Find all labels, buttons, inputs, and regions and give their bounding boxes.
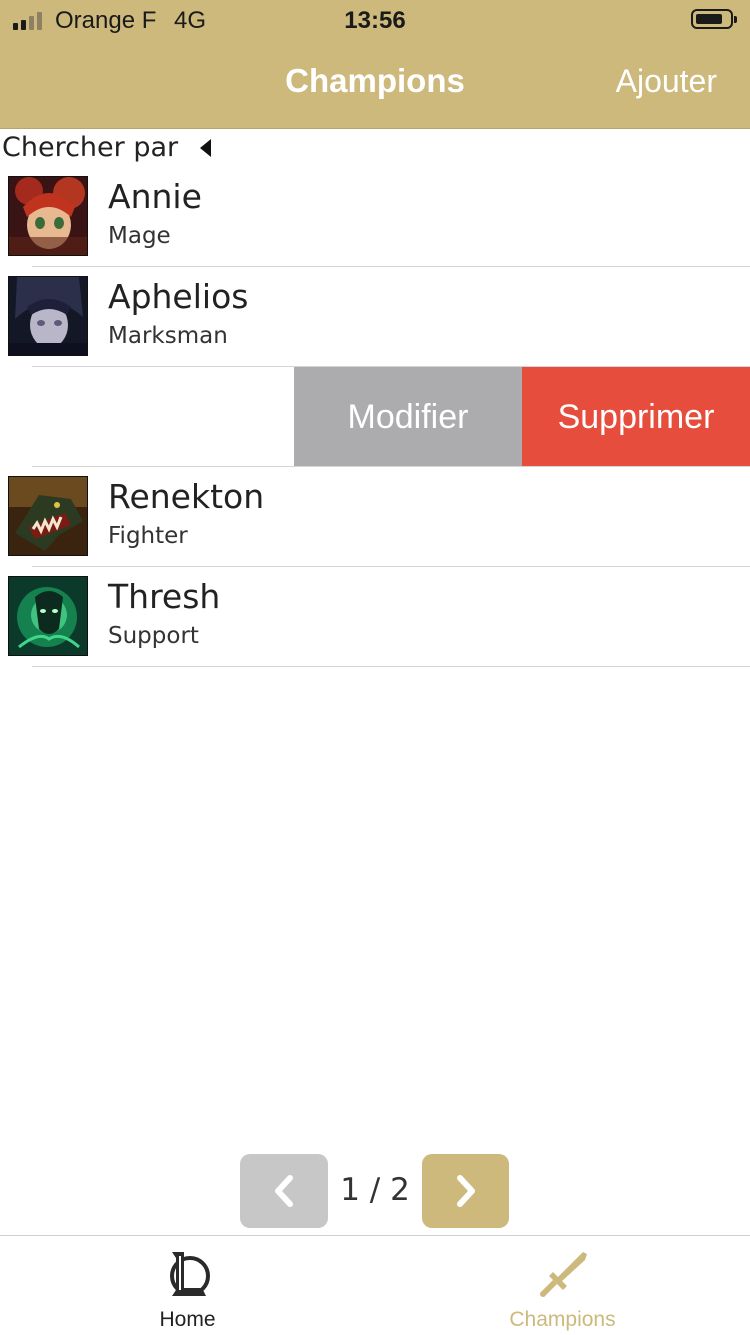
aphelios-portrait-icon — [8, 276, 88, 356]
battery-icon — [691, 9, 737, 29]
top-bar: Orange F 4G 13:56 Champions Ajouter — [0, 0, 750, 129]
tab-home[interactable]: Home — [0, 1236, 375, 1335]
champion-row-annie[interactable]: Annie Mage — [0, 167, 750, 267]
next-page-button[interactable] — [422, 1154, 509, 1228]
sword-icon — [539, 1252, 587, 1297]
champion-row-aphelios[interactable]: Aphelios Marksman — [0, 267, 750, 367]
pagination: 1 / 2 — [0, 1154, 750, 1228]
annie-portrait-icon — [8, 176, 88, 256]
champion-name: Aphelios — [108, 277, 249, 316]
swipe-actions: Modifier Supprimer — [294, 367, 750, 467]
renekton-portrait-icon — [8, 476, 88, 556]
champion-role: Support — [108, 623, 199, 649]
row-divider — [32, 666, 750, 667]
champion-name: Renekton — [108, 477, 265, 516]
status-time: 13:56 — [344, 7, 406, 34]
modify-button[interactable]: Modifier — [294, 367, 522, 467]
chevron-left-icon — [275, 1175, 293, 1207]
champion-row-thresh[interactable]: Thresh Support — [0, 567, 750, 667]
search-by-label: Chercher par — [2, 132, 179, 163]
chevron-right-icon — [457, 1175, 475, 1207]
delete-button[interactable]: Supprimer — [522, 367, 750, 467]
add-champion-button[interactable]: Ajouter — [616, 63, 717, 100]
league-logo-icon — [169, 1252, 210, 1296]
caret-left-icon[interactable] — [200, 139, 211, 157]
tab-bar: Home Champions — [0, 1235, 750, 1335]
swiped-row[interactable]: Modifier Supprimer — [0, 367, 750, 467]
champion-name: Thresh — [108, 577, 221, 616]
champion-row-renekton[interactable]: Renekton Fighter — [0, 467, 750, 567]
thresh-portrait-icon — [8, 576, 88, 656]
tab-champions[interactable]: Champions — [375, 1236, 750, 1335]
status-bar: Orange F 4G 13:56 — [0, 0, 750, 40]
page-indicator: 1 / 2 — [340, 1172, 410, 1208]
tab-home-label: Home — [159, 1308, 216, 1331]
search-by-selector[interactable]: Chercher par — [0, 129, 750, 169]
champion-role: Mage — [108, 223, 171, 249]
champion-role: Fighter — [108, 523, 188, 549]
champion-name: Annie — [108, 177, 202, 216]
champion-role: Marksman — [108, 323, 228, 349]
previous-page-button[interactable] — [240, 1154, 328, 1228]
tab-champions-label: Champions — [509, 1308, 616, 1331]
